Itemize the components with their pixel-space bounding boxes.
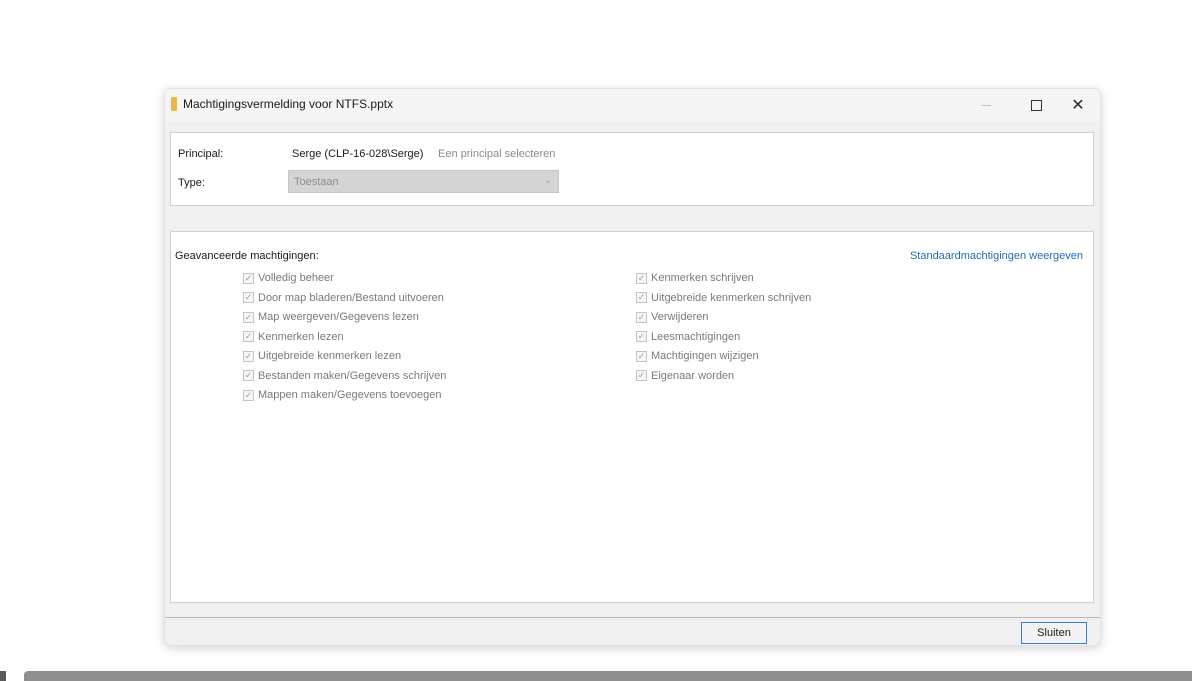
permission-item: ✓ Mappen maken/Gegevens toevoegen: [243, 387, 441, 403]
principal-panel: Principal: Serge (CLP-16-028\Serge) Een …: [170, 132, 1094, 206]
permission-label: Bestanden maken/Gegevens schrijven: [258, 369, 447, 382]
chevron-down-icon: ⌄: [544, 175, 552, 185]
permission-checkbox[interactable]: ✓: [636, 272, 647, 284]
permission-item: ✓ Map weergeven/Gegevens lezen: [243, 309, 419, 325]
window-title: Machtigingsvermelding voor NTFS.pptx: [183, 97, 394, 111]
permission-checkbox[interactable]: ✓: [243, 292, 254, 303]
minimize-button[interactable]: [963, 89, 1009, 121]
advanced-permissions-panel: Geavanceerde machtigingen: Standaardmach…: [170, 231, 1094, 603]
select-principal-link[interactable]: Een principal selecteren: [438, 148, 555, 160]
show-basic-permissions-link[interactable]: Standaardmachtigingen weergeven: [910, 250, 1083, 262]
permission-item: ✓ Uitgebreide kenmerken lezen: [243, 348, 401, 364]
permission-label: Leesmachtigingen: [651, 330, 741, 343]
folder-icon: [171, 97, 177, 111]
permission-label: Kenmerken schrijven: [651, 272, 754, 284]
permission-item: ✓ Eigenaar worden: [636, 368, 734, 384]
permission-item: ✓ Kenmerken schrijven: [636, 270, 754, 286]
minimize-icon: [981, 104, 991, 106]
permission-checkbox[interactable]: ✓: [243, 389, 254, 401]
permission-label: Kenmerken lezen: [258, 330, 344, 343]
permission-checkbox[interactable]: ✓: [636, 370, 647, 381]
permission-checkbox[interactable]: ✓: [243, 350, 254, 362]
permission-checkbox[interactable]: ✓: [243, 311, 254, 323]
permission-label: Volledig beheer: [258, 272, 334, 284]
permission-label: Machtigingen wijzigen: [651, 350, 759, 362]
type-label: Type:: [178, 177, 205, 189]
maximize-icon: [1030, 99, 1042, 111]
permission-checkbox[interactable]: ✓: [636, 331, 647, 342]
permission-label: Door map bladeren/Bestand uitvoeren: [258, 291, 444, 304]
type-select-value: Toestaan: [294, 176, 339, 188]
permission-label: Verwijderen: [651, 311, 709, 323]
principal-value: Serge (CLP-16-028\Serge): [292, 148, 424, 160]
bottom-scrollbar[interactable]: [24, 671, 1192, 681]
close-icon: ✕: [1071, 97, 1085, 114]
permission-checkbox[interactable]: ✓: [636, 350, 647, 362]
permission-item: ✓ Bestanden maken/Gegevens schrijven: [243, 368, 446, 384]
permission-checkbox[interactable]: ✓: [636, 292, 647, 303]
advanced-permissions-heading: Geavanceerde machtigingen:: [175, 250, 319, 262]
permission-item: ✓ Uitgebreide kenmerken schrijven: [636, 290, 811, 306]
permission-item: ✓ Leesmachtigingen: [636, 329, 740, 345]
permission-entry-dialog: Machtigingsvermelding voor NTFS.pptx ✕ P…: [164, 88, 1101, 646]
permission-label: Uitgebreide kenmerken schrijven: [651, 291, 812, 304]
principal-label: Principal:: [178, 148, 224, 160]
type-select[interactable]: Toestaan ⌄: [288, 170, 559, 193]
permission-label: Map weergeven/Gegevens lezen: [258, 311, 419, 323]
close-window-button[interactable]: ✕: [1055, 89, 1100, 121]
permission-item: ✓ Verwijderen: [636, 309, 708, 325]
footer-divider: [165, 617, 1100, 618]
permission-item: ✓ Volledig beheer: [243, 270, 334, 286]
permission-label: Mappen maken/Gegevens toevoegen: [258, 389, 442, 401]
permission-checkbox[interactable]: ✓: [243, 370, 254, 381]
permission-label: Eigenaar worden: [651, 369, 735, 382]
title-bar[interactable]: Machtigingsvermelding voor NTFS.pptx ✕: [165, 89, 1100, 121]
taskbar-edge: [0, 671, 6, 681]
permission-checkbox[interactable]: ✓: [243, 331, 254, 342]
permission-item: ✓ Machtigingen wijzigen: [636, 348, 759, 364]
permission-item: ✓ Door map bladeren/Bestand uitvoeren: [243, 290, 444, 306]
permission-checkbox[interactable]: ✓: [243, 272, 254, 284]
permission-checkbox[interactable]: ✓: [636, 311, 647, 323]
permission-item: ✓ Kenmerken lezen: [243, 329, 344, 345]
maximize-button[interactable]: [1013, 89, 1059, 121]
close-button[interactable]: Sluiten: [1021, 622, 1087, 644]
permission-label: Uitgebreide kenmerken lezen: [258, 350, 402, 362]
